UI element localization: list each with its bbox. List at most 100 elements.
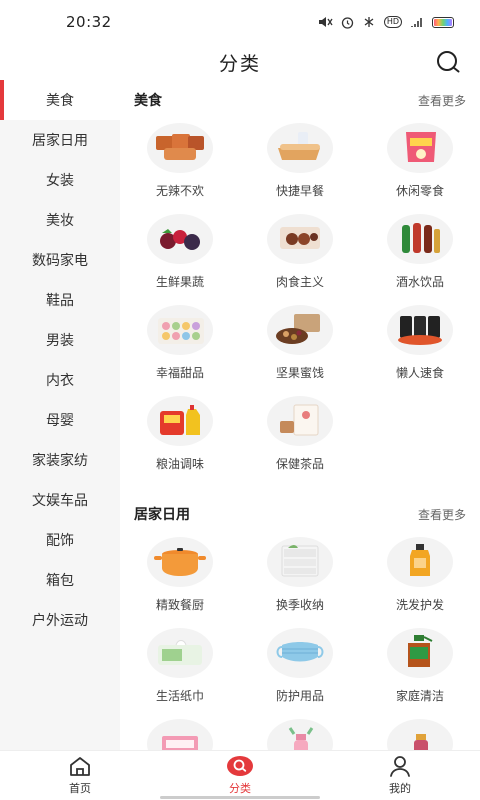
sidebar-item-label: 美食 <box>46 93 74 109</box>
sidebar-item[interactable]: 居家日用 <box>0 120 120 160</box>
sidebar-item-label: 数码家电 <box>32 253 88 269</box>
nav-label: 首页 <box>69 782 91 795</box>
nav-profile[interactable]: 我的 <box>320 751 480 800</box>
sidebar-item-label: 男装 <box>46 333 74 349</box>
section-title: 美食 <box>134 93 162 109</box>
sidebar-item[interactable]: 文娱车品 <box>0 480 120 520</box>
subcategory-label: 幸福甜品 <box>155 366 204 380</box>
macaron-icon <box>147 305 213 355</box>
subcategory-label: 洗发护发 <box>395 598 444 612</box>
sidebar-item[interactable]: 美食 <box>0 80 120 120</box>
subcategory-label: 生鲜果蔬 <box>155 275 204 289</box>
sidebar-item[interactable]: 美妆 <box>0 200 120 240</box>
subcategory-label: 酒水饮品 <box>395 275 444 289</box>
alarm-icon <box>341 16 354 29</box>
signal-icon <box>410 16 424 28</box>
section-header: 美食 查看更多 <box>120 80 480 120</box>
pink-box-icon <box>147 719 213 750</box>
subcategory-label: 粮油调味 <box>155 457 204 471</box>
cooking-pot-icon <box>147 537 213 587</box>
subcategory-item[interactable] <box>360 716 480 750</box>
nav-category[interactable]: 分类 <box>160 751 320 800</box>
subcategory-grid: 精致餐厨 换季收纳 洗发护发生活纸巾 防护用品 家庭清洁 <box>120 534 480 750</box>
mute-icon <box>317 16 333 28</box>
user-icon <box>390 756 410 777</box>
tissue-box-icon <box>147 628 213 678</box>
header: 分类 <box>0 44 480 80</box>
nav-label: 我的 <box>389 782 411 795</box>
subcategory-item[interactable]: 换季收纳 <box>240 534 360 625</box>
sidebar-item-label: 内衣 <box>46 373 74 389</box>
sidebar-item[interactable]: 数码家电 <box>0 240 120 280</box>
shampoo-bottle-icon <box>387 537 453 587</box>
view-more-link[interactable]: 查看更多 <box>418 506 466 523</box>
sidebar-item-label: 户外运动 <box>32 613 88 629</box>
subcategory-label: 生活纸巾 <box>155 689 204 703</box>
subcategory-item[interactable] <box>240 716 360 750</box>
cosmetic-jar-icon <box>387 719 453 750</box>
category-content: 美食 查看更多 无辣不欢 快捷早餐 休闲零食生鲜果蔬 肉食主义 酒水饮品幸福甜品 坚果蜜饯… <box>120 80 480 750</box>
rice-oil-icon <box>147 396 213 446</box>
subcategory-item[interactable]: 防护用品 <box>240 625 360 716</box>
sidebar-item[interactable]: 母婴 <box>0 400 120 440</box>
sidebar-item[interactable]: 女装 <box>0 160 120 200</box>
sidebar-item[interactable]: 箱包 <box>0 560 120 600</box>
storage-drawer-icon <box>267 537 333 587</box>
view-more-link[interactable]: 查看更多 <box>418 92 466 109</box>
cleaner-bottle-icon <box>387 628 453 678</box>
nav-label: 分类 <box>229 782 251 795</box>
subcategory-item[interactable]: 家庭清洁 <box>360 625 480 716</box>
meat-box-icon <box>267 214 333 264</box>
subcategory-item[interactable]: 粮油调味 <box>120 393 240 484</box>
subcategory-label: 精致餐厨 <box>155 598 204 612</box>
status-icons: HD <box>317 16 454 29</box>
subcategory-item[interactable]: 洗发护发 <box>360 534 480 625</box>
subcategory-label: 无辣不欢 <box>155 184 204 198</box>
bottom-nav: 首页 分类 我的 <box>0 750 480 800</box>
subcategory-item[interactable]: 幸福甜品 <box>120 302 240 393</box>
subcategory-item[interactable]: 肉食主义 <box>240 211 360 302</box>
subcategory-item[interactable]: 生活纸巾 <box>120 625 240 716</box>
nav-home[interactable]: 首页 <box>0 751 160 800</box>
subcategory-item[interactable]: 生鲜果蔬 <box>120 211 240 302</box>
subcategory-item[interactable]: 精致餐厨 <box>120 534 240 625</box>
sidebar-item-label: 文娱车品 <box>32 493 88 509</box>
subcategory-label: 家庭清洁 <box>395 689 444 703</box>
sidebar-item[interactable]: 内衣 <box>0 360 120 400</box>
sidebar-item[interactable]: 配饰 <box>0 520 120 560</box>
sidebar-item-label: 母婴 <box>46 413 74 429</box>
subcategory-label: 换季收纳 <box>275 598 324 612</box>
face-mask-icon <box>267 628 333 678</box>
sidebar-item[interactable]: 户外运动 <box>0 600 120 640</box>
sidebar-item[interactable]: 男装 <box>0 320 120 360</box>
sidebar-item[interactable]: 家装家纺 <box>0 440 120 480</box>
subcategory-item[interactable]: 休闲零食 <box>360 120 480 211</box>
category-sidebar: 美食居家日用女装美妆数码家电鞋品男装内衣母婴家装家纺文娱车品配饰箱包户外运动 <box>0 80 120 750</box>
subcategory-label: 坚果蜜饯 <box>275 366 324 380</box>
subcategory-item[interactable]: 懒人速食 <box>360 302 480 393</box>
sidebar-item-label: 美妆 <box>46 213 74 229</box>
subcategory-label: 快捷早餐 <box>275 184 324 198</box>
sidebar-item-label: 女装 <box>46 173 74 189</box>
status-bar: 20:32 HD <box>0 0 480 44</box>
instant-noodle-icon <box>387 305 453 355</box>
sidebar-item-label: 配饰 <box>46 533 74 549</box>
subcategory-label: 懒人速食 <box>395 366 444 380</box>
subcategory-item[interactable]: 酒水饮品 <box>360 211 480 302</box>
subcategory-item[interactable] <box>120 716 240 750</box>
bread-milk-icon <box>267 123 333 173</box>
subcategory-item[interactable]: 保健茶品 <box>240 393 360 484</box>
status-time: 20:32 <box>66 13 112 31</box>
search-button[interactable] <box>434 48 462 76</box>
subcategory-item[interactable]: 快捷早餐 <box>240 120 360 211</box>
subcategory-item[interactable]: 坚果蜜饯 <box>240 302 360 393</box>
home-icon <box>70 757 90 776</box>
sidebar-item-label: 鞋品 <box>46 293 74 309</box>
battery-icon <box>432 16 454 28</box>
subcategory-item[interactable]: 无辣不欢 <box>120 120 240 211</box>
home-indicator <box>160 796 320 799</box>
water-bottle-icon <box>267 719 333 750</box>
sidebar-item-label: 箱包 <box>46 573 74 589</box>
tea-box-icon <box>267 396 333 446</box>
sidebar-item[interactable]: 鞋品 <box>0 280 120 320</box>
